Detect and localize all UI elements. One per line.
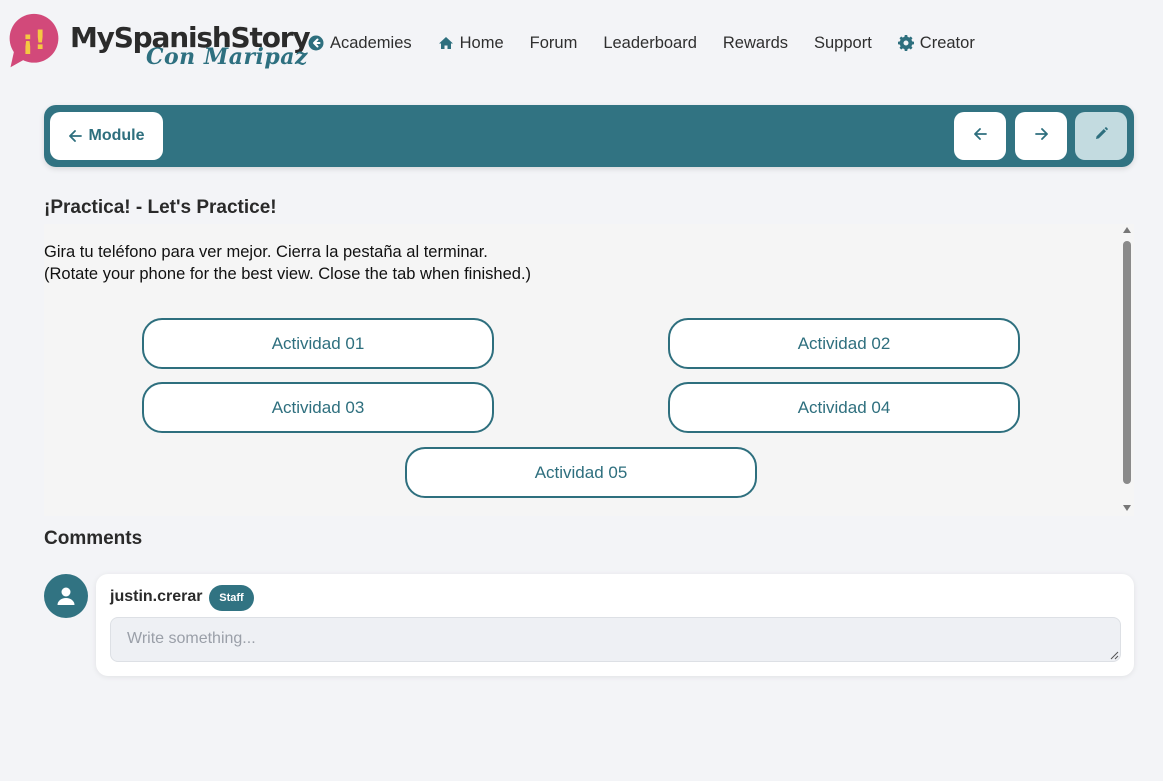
nav-rewards-label: Rewards (722, 33, 788, 52)
back-to-module-button[interactable]: Module (50, 112, 163, 160)
next-lesson-button[interactable] (1015, 112, 1067, 160)
comments-heading: Comments (44, 528, 143, 549)
home-icon (438, 35, 454, 51)
site-logo[interactable]: ¡! MySpanishStory Con Maripaz (6, 13, 311, 75)
activity-03-button[interactable]: Actividad 03 (142, 382, 494, 433)
comment-composer: justin.crerar Staff (96, 574, 1134, 676)
edit-lesson-button[interactable] (1075, 112, 1127, 160)
nav-creator-label: Creator (919, 33, 975, 52)
scroll-up-arrow-icon[interactable] (1123, 227, 1131, 233)
nav-forum-label: Forum (529, 33, 578, 52)
arrow-left-icon (68, 130, 82, 142)
nav-rewards[interactable]: Rewards (723, 34, 788, 53)
staff-badge: Staff (209, 585, 254, 611)
comment-input[interactable] (110, 617, 1121, 662)
arrow-left-icon (973, 127, 987, 145)
resize-grip-icon[interactable] (1109, 650, 1119, 660)
nav-academies[interactable]: Academies (308, 34, 412, 53)
nav-leaderboard-label: Leaderboard (603, 33, 697, 52)
circle-arrow-left-icon (308, 35, 324, 51)
activity-embed-frame: Gira tu teléfono para ver mejor. Cierra … (44, 224, 1134, 516)
instructions-spanish: Gira tu teléfono para ver mejor. Cierra … (44, 243, 488, 261)
nav-home-label: Home (459, 33, 504, 52)
nav-support[interactable]: Support (814, 34, 872, 53)
arrow-right-icon (1034, 127, 1048, 145)
nav-leaderboard[interactable]: Leaderboard (603, 34, 697, 53)
frame-scrollbar[interactable] (1120, 224, 1134, 516)
user-icon (57, 587, 75, 605)
scroll-down-arrow-icon[interactable] (1123, 505, 1131, 511)
comment-username: justin.crerar (110, 588, 203, 605)
scrollbar-thumb[interactable] (1123, 241, 1131, 484)
pencil-icon (1095, 127, 1108, 145)
page-title: ¡Practica! - Let's Practice! (44, 197, 277, 218)
top-navbar: ¡! MySpanishStory Con Maripaz Academies … (0, 0, 1163, 86)
nav-forum[interactable]: Forum (530, 34, 578, 53)
lesson-toolbar: Module (44, 105, 1134, 167)
nav-support-label: Support (814, 33, 872, 52)
activity-04-button[interactable]: Actividad 04 (668, 382, 1020, 433)
nav-creator[interactable]: Creator (897, 33, 975, 53)
nav-links: Academies Home Forum Leaderboard Rewards… (308, 30, 1001, 56)
module-button-label: Module (88, 127, 145, 144)
logo-badge-glyph: ¡! (22, 25, 47, 56)
gear-icon (897, 35, 914, 51)
avatar (44, 574, 88, 618)
logo-tagline: Con Maripaz (146, 44, 309, 70)
nav-academies-label: Academies (330, 33, 412, 52)
activity-01-button[interactable]: Actividad 01 (142, 318, 494, 369)
instructions: Gira tu teléfono para ver mejor. Cierra … (44, 241, 531, 285)
activity-02-button[interactable]: Actividad 02 (668, 318, 1020, 369)
logo-speech-bubble-icon: ¡! (9, 13, 59, 68)
nav-home[interactable]: Home (438, 34, 504, 53)
activity-05-button[interactable]: Actividad 05 (405, 447, 757, 498)
instructions-english: (Rotate your phone for the best view. Cl… (44, 265, 532, 283)
previous-lesson-button[interactable] (954, 112, 1006, 160)
